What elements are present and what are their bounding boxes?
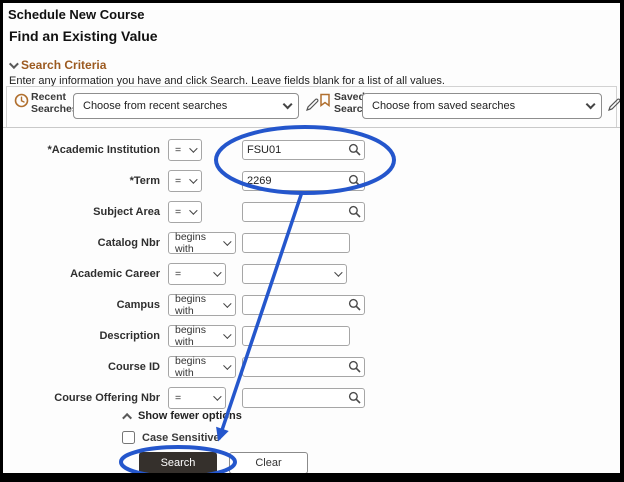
field-row: Academic Career = (3, 258, 620, 289)
operator-select[interactable]: begins with (168, 292, 236, 317)
search-icon[interactable] (348, 391, 361, 404)
show-fewer-options-label: Show fewer options (138, 410, 242, 422)
recent-searches-dropdown-value: Choose from recent searches (83, 100, 228, 112)
show-fewer-options-toggle[interactable]: Show fewer options (122, 410, 242, 423)
chevron-down-icon (189, 205, 198, 215)
operator-value: begins with (175, 292, 206, 317)
search-criteria-section-toggle[interactable]: Search Criteria (8, 58, 107, 72)
field-label: Course Offering Nbr (54, 391, 160, 404)
field-label: Catalog Nbr (97, 236, 160, 249)
operator-value: = (175, 143, 182, 156)
field-row: *Term = (3, 165, 620, 196)
field-label: Course ID (108, 360, 160, 373)
pencil-icon[interactable] (305, 97, 320, 112)
operator-value: begins with (175, 354, 206, 379)
value-input[interactable] (242, 387, 365, 408)
field-row: Catalog Nbr begins with (3, 227, 620, 258)
operator-value: = (175, 267, 182, 280)
field-row: Campus begins with (3, 289, 620, 320)
field-row: *Academic Institution = (3, 134, 620, 165)
value-input[interactable] (242, 325, 350, 346)
search-icon[interactable] (348, 298, 361, 311)
recent-searches-dropdown[interactable]: Choose from recent searches (73, 93, 299, 119)
value-input[interactable] (242, 232, 350, 253)
field-row: Course ID begins with (3, 351, 620, 382)
chevron-down-icon (213, 267, 222, 277)
search-criteria-title: Search Criteria (21, 58, 107, 72)
search-icon[interactable] (348, 143, 361, 156)
operator-select[interactable]: = (168, 138, 202, 161)
field-row: Subject Area = (3, 196, 620, 227)
value-input[interactable] (242, 201, 365, 222)
chevron-down-icon (213, 391, 222, 401)
operator-value: begins with (175, 323, 206, 348)
field-label: Academic Career (70, 267, 160, 280)
search-criteria-fields: *Academic Institution=*Term=Subject Area… (3, 134, 620, 413)
operator-value: = (175, 174, 182, 187)
value-input[interactable] (242, 356, 365, 377)
clear-button[interactable]: Clear (229, 452, 308, 473)
case-sensitive-row: Case Sensitive (122, 431, 220, 444)
operator-select[interactable]: = (168, 386, 226, 409)
operator-select[interactable]: = (168, 200, 202, 223)
section-divider (3, 127, 620, 128)
operator-value: begins with (175, 230, 206, 255)
chevron-down-icon (334, 267, 343, 277)
chevron-down-icon (223, 236, 232, 246)
clock-icon (14, 93, 29, 108)
search-icon[interactable] (348, 174, 361, 187)
chevron-down-icon (223, 360, 232, 370)
chevron-up-icon (122, 412, 133, 423)
saved-searches-dropdown[interactable]: Choose from saved searches (362, 93, 602, 119)
search-icon[interactable] (348, 360, 361, 373)
case-sensitive-checkbox[interactable] (122, 431, 135, 444)
search-icon[interactable] (348, 205, 361, 218)
chevron-down-icon (8, 58, 19, 69)
field-label: *Academic Institution (47, 143, 160, 156)
searches-bar: Recent Searches Choose from recent searc… (6, 86, 620, 127)
field-label: *Term (129, 174, 160, 187)
field-label: Description (99, 329, 160, 342)
pencil-icon[interactable] (607, 97, 622, 112)
page-title: Schedule New Course (8, 7, 145, 22)
saved-searches-dropdown-value: Choose from saved searches (372, 100, 516, 112)
field-row: Description begins with (3, 320, 620, 351)
chevron-down-icon (223, 298, 232, 308)
find-existing-value-heading: Find an Existing Value (9, 28, 158, 44)
value-input[interactable] (242, 294, 365, 315)
operator-select[interactable]: = (168, 262, 226, 285)
chevron-down-icon (223, 329, 232, 339)
operator-select[interactable]: begins with (168, 354, 236, 379)
search-button[interactable]: Search (139, 452, 217, 473)
chevron-down-icon (189, 143, 198, 153)
value-input[interactable] (242, 170, 365, 191)
operator-select[interactable]: = (168, 169, 202, 192)
field-label: Campus (116, 298, 160, 311)
schedule-new-course-page: Schedule New Course Find an Existing Val… (0, 0, 624, 482)
chevron-down-icon (189, 174, 198, 184)
recent-searches-label: Recent Searches (31, 91, 78, 116)
field-row: Course Offering Nbr = (3, 382, 620, 413)
value-input[interactable] (242, 139, 365, 160)
bookmark-icon (320, 93, 330, 107)
field-label: Subject Area (93, 205, 160, 218)
operator-value: = (175, 391, 182, 404)
recent-searches-group: Recent Searches (14, 91, 78, 115)
operator-select[interactable]: begins with (168, 323, 236, 348)
chevron-down-icon (585, 98, 596, 109)
chevron-down-icon (282, 98, 293, 109)
value-dropdown[interactable] (242, 263, 347, 284)
operator-select[interactable]: begins with (168, 230, 236, 255)
case-sensitive-label: Case Sensitive (142, 431, 220, 444)
action-buttons: Search Clear (139, 452, 308, 473)
operator-value: = (175, 205, 182, 218)
